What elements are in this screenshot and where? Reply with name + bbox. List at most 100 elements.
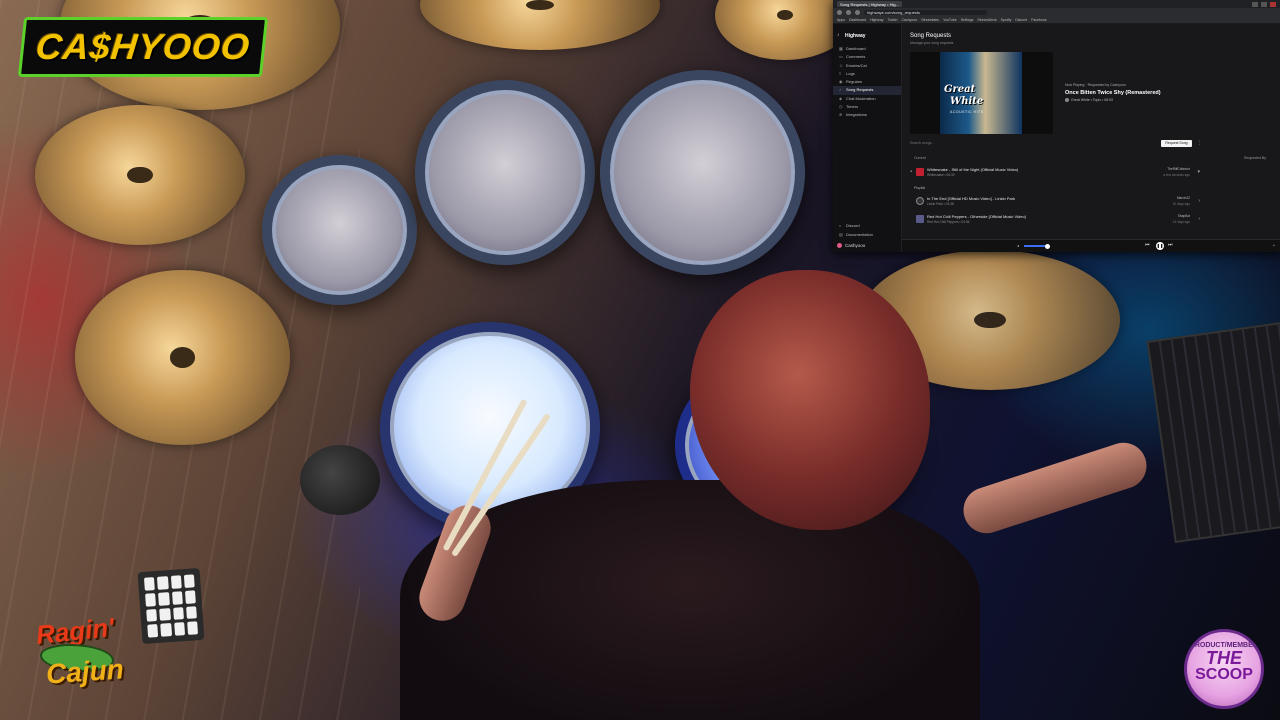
- artist-avatar: [1065, 98, 1069, 103]
- app-name[interactable]: Highway: [833, 24, 901, 45]
- queue-row[interactable]: Red Hot Chili Peppers - Otherside [Offic…: [910, 213, 1202, 227]
- queue-row-current[interactable]: ◂ Whitesnake - Still of the Night (Offic…: [910, 166, 1202, 180]
- page-subtitle: Manage your song requests: [910, 41, 954, 45]
- song-requests-page: Song Requests Manage your song requests …: [902, 24, 1280, 252]
- crash-cymbal-lower-left: [75, 270, 290, 445]
- discord-icon: ◐: [839, 223, 842, 229]
- search-input[interactable]: Search songs...: [910, 140, 1030, 146]
- badge-line3: SCOOP: [1195, 666, 1253, 683]
- bookmark-item[interactable]: Facebook: [1031, 18, 1046, 22]
- sidebar-item-timers[interactable]: ◷ Timers: [833, 103, 901, 111]
- tom-drum-left: [262, 155, 417, 305]
- bookmark-item[interactable]: Streamlabs: [921, 18, 939, 22]
- emote-icon: ☺: [839, 62, 844, 68]
- sidebar-item-label: Logs: [846, 70, 855, 76]
- song-subtitle: Whitesnake • 06:39: [927, 173, 955, 177]
- grid-icon: ▦: [839, 46, 843, 51]
- user-name: Cashyooo: [845, 243, 866, 248]
- doc-icon: ▤: [839, 231, 843, 237]
- bookmark-item[interactable]: Highway: [870, 18, 883, 22]
- ragin-cajun-logo: Ragin' Cajun: [18, 606, 126, 706]
- sidebar-item-integrations[interactable]: ⊕ Integrations: [833, 111, 901, 119]
- browser-tab[interactable]: Song Requests | Highway • Hig...: [837, 1, 902, 7]
- sidebar-item-label: Timers: [846, 104, 859, 110]
- now-playing-artist: Great White • Topic • 05:03: [1065, 98, 1113, 103]
- next-icon[interactable]: ⏭: [1168, 242, 1173, 248]
- bookmark-item[interactable]: StreamDeck: [977, 18, 996, 22]
- bookmark-item[interactable]: Spotify: [1001, 18, 1012, 22]
- song-subtitle: Red Hot Chili Peppers • 04:36: [927, 220, 970, 224]
- album-title-line1: Great: [944, 84, 976, 95]
- volume-icon[interactable]: ◂: [1017, 243, 1019, 248]
- column-header-requested-by: Requested By: [1244, 156, 1266, 160]
- previous-icon[interactable]: ⏮: [1145, 242, 1150, 248]
- user-menu[interactable]: Cashyooo: [833, 239, 901, 248]
- sidebar-item-logs[interactable]: ≡ Logs: [833, 70, 901, 78]
- shield-icon: ◈: [839, 95, 843, 101]
- bookmark-item[interactable]: Dashboard: [849, 18, 866, 22]
- album-subtitle: ACOUSTIC HITS: [950, 110, 984, 114]
- bookmark-item[interactable]: Apps: [837, 18, 845, 22]
- url-field[interactable]: highwaye.com/song_requests: [864, 9, 987, 15]
- log-icon: ≡: [839, 70, 842, 76]
- bookmark-item[interactable]: YouTube: [943, 18, 957, 22]
- maximize-button[interactable]: [1261, 1, 1267, 7]
- chevron-down-icon[interactable]: ▾: [1197, 169, 1200, 175]
- drag-handle-icon[interactable]: ◂: [910, 169, 912, 173]
- requested-by: TheRiffCollector: [1167, 167, 1190, 171]
- page-title: Song Requests: [910, 33, 952, 39]
- queue-row[interactable]: In The End [Official HD Music Video] - L…: [910, 195, 1202, 209]
- pause-button[interactable]: ❚❚: [1156, 241, 1164, 250]
- song-title: In The End [Official HD Music Video] - L…: [927, 196, 1016, 201]
- tom-drum-right: [600, 70, 805, 275]
- chevron-right-icon[interactable]: ›: [1198, 216, 1200, 222]
- sidebar-item-chat-moderation[interactable]: ◈ Chat Moderation: [833, 95, 901, 103]
- sidebar-item-regulars[interactable]: ◉ Regulars: [833, 78, 901, 86]
- record-icon: [916, 197, 924, 205]
- browser-tab-bar: Song Requests | Highway • Hig...: [833, 0, 1280, 8]
- sidebar-item-discord[interactable]: ◐ Discord: [833, 222, 901, 230]
- sidebar-item-emotes[interactable]: ☺ Emotes/Cal: [833, 62, 901, 70]
- volume-knob[interactable]: [1045, 243, 1050, 249]
- chevron-right-icon[interactable]: ›: [1198, 198, 1200, 204]
- sidebar-item-song-requests[interactable]: ♪ Song Requests: [833, 86, 901, 95]
- bookmark-item[interactable]: Discord: [1015, 18, 1027, 22]
- sidebar-item-comments[interactable]: ▭ Comments: [833, 53, 901, 61]
- crash-cymbal-top-center: [420, 0, 660, 50]
- request-song-button[interactable]: Request Song: [1161, 140, 1192, 147]
- bookmark-item[interactable]: Twitch: [888, 18, 898, 22]
- now-playing-title: Once Bitten Twice Shy (Remastered): [1065, 90, 1161, 96]
- now-playing-label: Now Playing · Requested by Cashyooo: [1065, 83, 1126, 87]
- cashyooo-logo-text: CA$HYOOO: [33, 26, 253, 67]
- sidebar-item-documentation[interactable]: ▤ Documentation: [833, 231, 901, 239]
- request-time: a few seconds ago: [1163, 173, 1190, 177]
- forward-icon[interactable]: [846, 9, 851, 15]
- sidebar-item-label: Comments: [846, 54, 866, 60]
- regulars-icon: ◉: [839, 79, 843, 85]
- back-icon[interactable]: [837, 9, 842, 15]
- comment-icon: ▭: [839, 54, 843, 60]
- reload-icon[interactable]: [855, 9, 860, 15]
- mixer-console: [1146, 320, 1280, 544]
- close-button[interactable]: [1270, 1, 1276, 7]
- sidebar-item-label: Chat Moderation: [846, 95, 876, 101]
- expand-icon[interactable]: ⌄: [1272, 242, 1276, 248]
- more-options-icon[interactable]: ⋮: [1197, 140, 1203, 147]
- player-bar: ◂ ⏮ ❚❚ ⏭ ⌄: [902, 239, 1280, 252]
- badge-line2: THE: [1206, 648, 1242, 668]
- request-time: 10 days ago: [1172, 202, 1190, 206]
- music-icon: ♪: [839, 87, 841, 93]
- album-art: Great White ACOUSTIC HITS: [910, 52, 1053, 134]
- drum-pad-controller: [137, 567, 205, 645]
- cashyooo-logo: CA$HYOOO: [17, 17, 269, 77]
- song-title: Whitesnake - Still of the Night (Officia…: [927, 167, 1019, 172]
- ragin-cajun-logo-line2: Cajun: [44, 653, 125, 690]
- ride-cymbal-left: [35, 105, 245, 245]
- minimize-button[interactable]: [1252, 1, 1258, 7]
- bookmark-item[interactable]: Cashyooo: [901, 18, 917, 22]
- highway-app: Highway ▦Dashboard ▭Comments ☺Emotes/Cal…: [833, 24, 1280, 252]
- bookmark-item[interactable]: Settings: [961, 18, 974, 22]
- sidebar-item-dashboard[interactable]: ▦ Dashboard: [833, 45, 901, 53]
- sidebar-item-label: Documentation: [846, 231, 873, 237]
- app-sidebar: Highway ▦Dashboard ▭Comments ☺Emotes/Cal…: [833, 24, 902, 252]
